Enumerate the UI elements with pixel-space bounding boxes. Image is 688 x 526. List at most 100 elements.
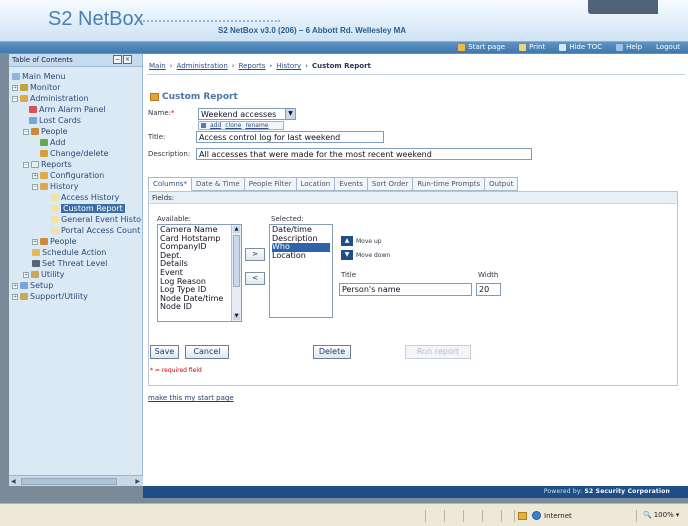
tab-location[interactable]: Location (296, 177, 336, 191)
tree-item-schedule-action[interactable]: Schedule Action (32, 248, 106, 257)
page-title: Custom Report (150, 92, 238, 102)
scroll-up-icon[interactable]: ▲ (233, 226, 240, 233)
tab-output[interactable]: Output (485, 177, 519, 191)
breadcrumb-history[interactable]: History (276, 62, 301, 70)
help-link[interactable]: Help (616, 43, 642, 51)
tree-item-utility[interactable]: + Utility (23, 270, 65, 279)
tree-item-add[interactable]: Add (40, 138, 66, 147)
breadcrumb-reports[interactable]: Reports (239, 62, 266, 70)
tree-item-people-reports[interactable]: + People (32, 237, 77, 246)
move-up-button[interactable]: ▲ Move up (341, 236, 382, 246)
tree-item-general-event-history[interactable]: General Event Histo (51, 215, 141, 224)
list-item[interactable]: Location (272, 251, 330, 261)
make-start-page-link[interactable]: make this my start page (148, 394, 234, 402)
rename-report-link[interactable]: rename (245, 122, 268, 129)
scroll-left-icon[interactable]: ◀ (11, 478, 16, 485)
report-name-select[interactable]: Weekend accesses ▼ (198, 108, 296, 120)
chevron-down-icon[interactable]: ▾ (676, 511, 680, 519)
tree-item-administration[interactable]: − Administration (12, 94, 89, 103)
sidebar-horizontal-scrollbar[interactable]: ◀ ▶ (9, 475, 143, 486)
tab-columns[interactable]: Columns* (148, 177, 192, 191)
folder-icon (40, 238, 48, 245)
add-report-link[interactable]: add (210, 122, 221, 129)
tab-events[interactable]: Events (335, 177, 368, 191)
tree-item-access-history[interactable]: Access History (51, 193, 119, 202)
tree-item-setup[interactable]: + Setup (12, 281, 53, 290)
card-icon (29, 117, 37, 124)
toc-icon (559, 43, 567, 51)
collapse-icon[interactable]: − (32, 183, 38, 190)
folder-icon (40, 172, 48, 179)
scroll-down-icon[interactable]: ▼ (233, 313, 240, 320)
collapse-icon[interactable]: − (23, 161, 29, 168)
list-item[interactable]: Node ID (160, 303, 239, 312)
tree-item-change-delete[interactable]: Change/delete (40, 149, 109, 158)
tree-item-portal-access-count[interactable]: Portal Access Count (51, 226, 140, 235)
tree-item-history[interactable]: − History (32, 182, 78, 191)
column-width-field[interactable]: 20 (476, 283, 501, 296)
remove-field-button[interactable]: < (245, 272, 265, 285)
scroll-thumb[interactable] (233, 235, 240, 287)
alarm-icon (29, 106, 37, 113)
delete-button[interactable]: Delete (313, 345, 351, 359)
breadcrumb-main[interactable]: Main (149, 62, 166, 70)
column-title-field[interactable]: Person's name (339, 283, 472, 296)
tree-item-reports[interactable]: − Reports (23, 160, 72, 169)
available-fields-list[interactable]: Camera Name Card Hotstamp CompanyID Dept… (157, 224, 242, 322)
collapse-toc-button[interactable]: − (113, 55, 122, 64)
setup-icon (20, 282, 28, 289)
chevron-down-icon[interactable]: ▼ (285, 109, 295, 119)
close-toc-button[interactable]: × (123, 55, 132, 64)
tree-item-set-threat-level[interactable]: Set Threat Level (32, 259, 107, 268)
schedule-icon (32, 249, 40, 256)
start-page-link[interactable]: Start page (458, 43, 505, 51)
collapse-icon[interactable]: − (23, 128, 29, 135)
expand-icon[interactable]: + (12, 84, 18, 91)
report-title-field[interactable]: Access control log for last weekend (196, 131, 384, 143)
arrow-down-icon: ▼ (341, 250, 353, 260)
tree-item-arm-alarm-panel[interactable]: Arm Alarm Panel (29, 105, 106, 114)
add-field-button[interactable]: > (245, 248, 265, 261)
tree-item-support-utility[interactable]: + Support/Utility (12, 292, 88, 301)
scroll-thumb[interactable] (21, 478, 117, 485)
clone-report-link[interactable]: clone (225, 122, 241, 129)
arrow-up-icon: ▲ (341, 236, 353, 246)
cancel-button[interactable]: Cancel (185, 345, 229, 359)
security-zone[interactable]: Internet (518, 511, 572, 520)
monitor-icon (20, 84, 28, 91)
available-label: Available: (157, 215, 192, 223)
tree-item-monitor[interactable]: + Monitor (12, 83, 60, 92)
report-description-field[interactable]: All accesses that were made for the most… (196, 148, 532, 160)
expand-icon[interactable]: + (32, 172, 38, 179)
tree-item-people[interactable]: − People (23, 127, 68, 136)
tab-run-time-prompts[interactable]: Run-time Prompts (413, 177, 486, 191)
expand-icon[interactable]: + (32, 238, 38, 245)
scroll-right-icon[interactable]: ▶ (135, 478, 140, 485)
support-icon (20, 293, 28, 300)
move-down-button[interactable]: ▼ Move down (341, 250, 390, 260)
threat-icon (32, 260, 40, 267)
tree-item-lost-cards[interactable]: Lost Cards (29, 116, 81, 125)
tree-item-main-menu[interactable]: Main Menu (12, 72, 66, 81)
logout-link[interactable]: Logout (656, 43, 680, 51)
expand-icon[interactable]: + (23, 271, 29, 278)
report-icon (150, 93, 159, 101)
toc-header: Table of Contents − × (9, 54, 142, 67)
expand-icon[interactable]: + (12, 282, 18, 289)
tab-date-time[interactable]: Date & Time (191, 177, 245, 191)
expand-icon[interactable]: + (12, 293, 18, 300)
tab-people-filter[interactable]: People Filter (244, 177, 297, 191)
hide-toc-link[interactable]: Hide TOC (559, 43, 602, 51)
available-list-scrollbar[interactable]: ▲ ▼ (231, 225, 241, 321)
tab-sort-order[interactable]: Sort Order (367, 177, 414, 191)
print-link[interactable]: Print (519, 43, 545, 51)
required-field-note: * = required field (150, 367, 202, 374)
save-button[interactable]: Save (150, 345, 179, 359)
breadcrumb-administration[interactable]: Administration (177, 62, 228, 70)
collapse-icon[interactable]: − (12, 95, 18, 102)
zoom-level[interactable]: 🔍 100% ▾ (643, 511, 679, 519)
tree-item-custom-report[interactable]: Custom Report (51, 204, 125, 213)
selected-fields-list[interactable]: Date/time Description Who Location (269, 224, 333, 318)
lock-icon (518, 511, 527, 520)
tree-item-configuration[interactable]: + Configuration (32, 171, 104, 180)
